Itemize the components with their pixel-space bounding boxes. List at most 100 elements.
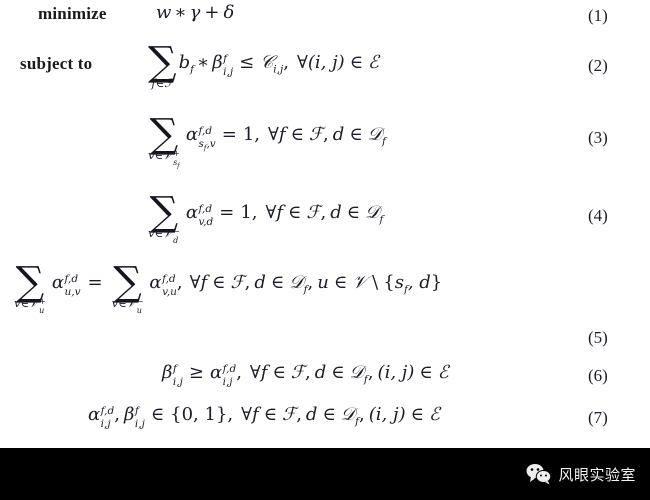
limit-superscript: + [173,148,180,158]
alpha-variable: α [185,124,198,145]
relation-equals: = [219,202,235,223]
binary-domain-expression: α f,d i,j, β f i,j ∈ {0, 1}, ∀f ∈ ℱ, d ∈ 𝒟f, (i, j) ∈ ℰ [88,406,440,434]
setminus-symbol: \ [372,272,379,293]
separator-comma: , [114,404,120,425]
sigma-glyph: ∑ [149,111,179,157]
flow-variable: f [276,202,284,223]
binary-set: {0, 1} [170,404,228,425]
limit-vertex-set: 𝒱 [29,295,39,310]
dest-variable: d [332,124,345,145]
alpha-variable: α [88,404,101,425]
in-symbol: ∈ [349,52,364,73]
flow-variable: f [260,362,268,383]
limit-subscript: sf [173,158,180,170]
beta-variable: β [123,404,135,425]
alpha-indices: f,d i,j [101,406,115,435]
equation-row-5: ∑ v∈𝒱 + u α f,d u,v = ∑ v∈𝒱 − u α f,d v,u, ∀f ∈ ℱ, d ∈… [0,259,650,347]
forall-symbol: ∀ [189,272,201,293]
equation-number-5: (5) [588,328,608,347]
objective-keyword: minimize [38,4,107,23]
limit-superscript: − [173,226,180,236]
relation-equals: = [221,124,237,145]
operator-plus: + [204,2,220,23]
constraints-keyword: subject to [20,54,93,73]
summation-operator-lhs: ∑ v∈𝒱 + u [14,259,46,317]
summation-operator: ∑ v∈𝒱 + sf [148,111,180,172]
flow-variable: f [200,272,208,293]
equation-number-4: (4) [588,206,608,225]
dest-set-symbol: 𝒟 [289,272,304,293]
summation-operator: ∑ f∈ℱ [148,42,177,89]
alpha-subscript: sf,v [198,138,215,152]
limit-subscript: u [136,306,142,316]
beta-subscript: i,j [134,417,145,430]
dest-set-symbol: 𝒟 [367,124,383,145]
capacity-symbol: 𝒞 [260,52,274,73]
dest-variable: d [330,202,342,223]
limit-indices: − d [173,227,180,249]
limit-in: ∈ [20,295,30,310]
limit-in: ∈ [154,225,164,240]
in-symbol: ∈ [288,202,302,223]
beta-superscript: f [223,53,228,65]
equation-number-1: (1) [588,6,608,25]
in-symbol-2: ∈ [263,404,278,425]
in-symbol: ∈ [290,124,304,145]
variable-gamma: γ [189,2,201,23]
variable-w: w [156,2,172,23]
in-symbol-2: ∈ [346,202,361,223]
sigma-glyph: ∑ [15,259,45,305]
flow-set-symbol: ℱ [308,124,324,145]
summation-limit: v∈𝒱 − d [148,225,180,249]
limit-in: ∈ [118,295,127,310]
forall-symbol: ∀ [268,124,279,145]
summation-operator: ∑ v∈𝒱 − d [148,192,180,249]
summation-limit: v∈𝒱 + sf [148,148,180,172]
in-symbol-2: ∈ [349,124,363,145]
brace-close: } [430,272,443,293]
limit-vertex-set: 𝒱 [126,295,137,310]
summation-operator-rhs: ∑ v∈𝒱 − u [112,262,144,319]
equation-number-7: (7) [588,408,608,427]
excluded-source: s [394,272,404,293]
dest-variable: d [314,362,327,383]
beta-superscript: f [134,405,139,417]
alpha-superscript: f,d [198,203,213,215]
alpha-variable-rhs: α [149,272,162,293]
flow-set-symbol: ℱ [290,362,305,383]
in-symbol-4: ∈ [410,404,424,425]
alpha-indices: f,d sf,v [198,126,215,157]
forall-symbol: ∀ [296,52,308,73]
limit-vertex-set: 𝒱 [163,225,173,240]
flow-conservation-expression: ∑ v∈𝒱 + u α f,d u,v = ∑ v∈𝒱 − u α f,d v,u, ∀f ∈ ℱ, d ∈… [12,259,443,319]
alpha-indices-rhs: f,d v,u [162,274,177,303]
value-one: 1 [240,202,252,223]
alpha-indices-lhs: f,d u,v [64,274,81,303]
operator-times: ∗ [196,52,210,73]
limit-sub-f: f [177,162,180,170]
relation-equals: = [87,272,103,293]
capacity-constraint-expression: ∑ f∈ℱ bf ∗ β f i,j ≤ 𝒞i,j, ∀(i, j) ∈ ℰ [148,39,379,90]
in-symbol-3: ∈ [333,272,348,293]
beta-variable: β [212,52,223,73]
alpha-superscript: f,d [198,125,213,137]
beta-indices: f i,j [134,406,145,435]
flow-variable: f [252,404,259,425]
flow-set-symbol: ℱ [230,272,245,293]
excluded-dest: , d [407,272,431,293]
operator-times: ∗ [174,2,187,23]
forall-symbol: ∀ [249,362,261,383]
equation-row-3: ∑ v∈𝒱 + sf α f,d sf,v = 1, ∀f ∈ ℱ, d ∈ 𝒟f (3) [0,111,650,172]
value-one: 1 [242,124,255,145]
beta-subscript: i,j [172,375,183,388]
limit-indices: − u [136,297,144,319]
relation-leq: ≤ [239,52,255,73]
alpha-subscript: u,v [64,285,81,298]
alpha-subscript: v,d [198,215,214,228]
forall-symbol: ∀ [241,404,253,425]
equation-row-7: α f,d i,j, β f i,j ∈ {0, 1}, ∀f ∈ ℱ, d ∈ 𝒟f, (i, j) ∈ ℰ … [0,406,650,434]
forall-symbol: ∀ [265,202,277,223]
edge-tuple: (i, j) [307,52,345,73]
flow-set-symbol: ℱ [282,404,297,425]
equation-row-4: ∑ v∈𝒱 − d α f,d v,d = 1, ∀f ∈ ℱ, d ∈ 𝒟f (4) [0,192,650,249]
